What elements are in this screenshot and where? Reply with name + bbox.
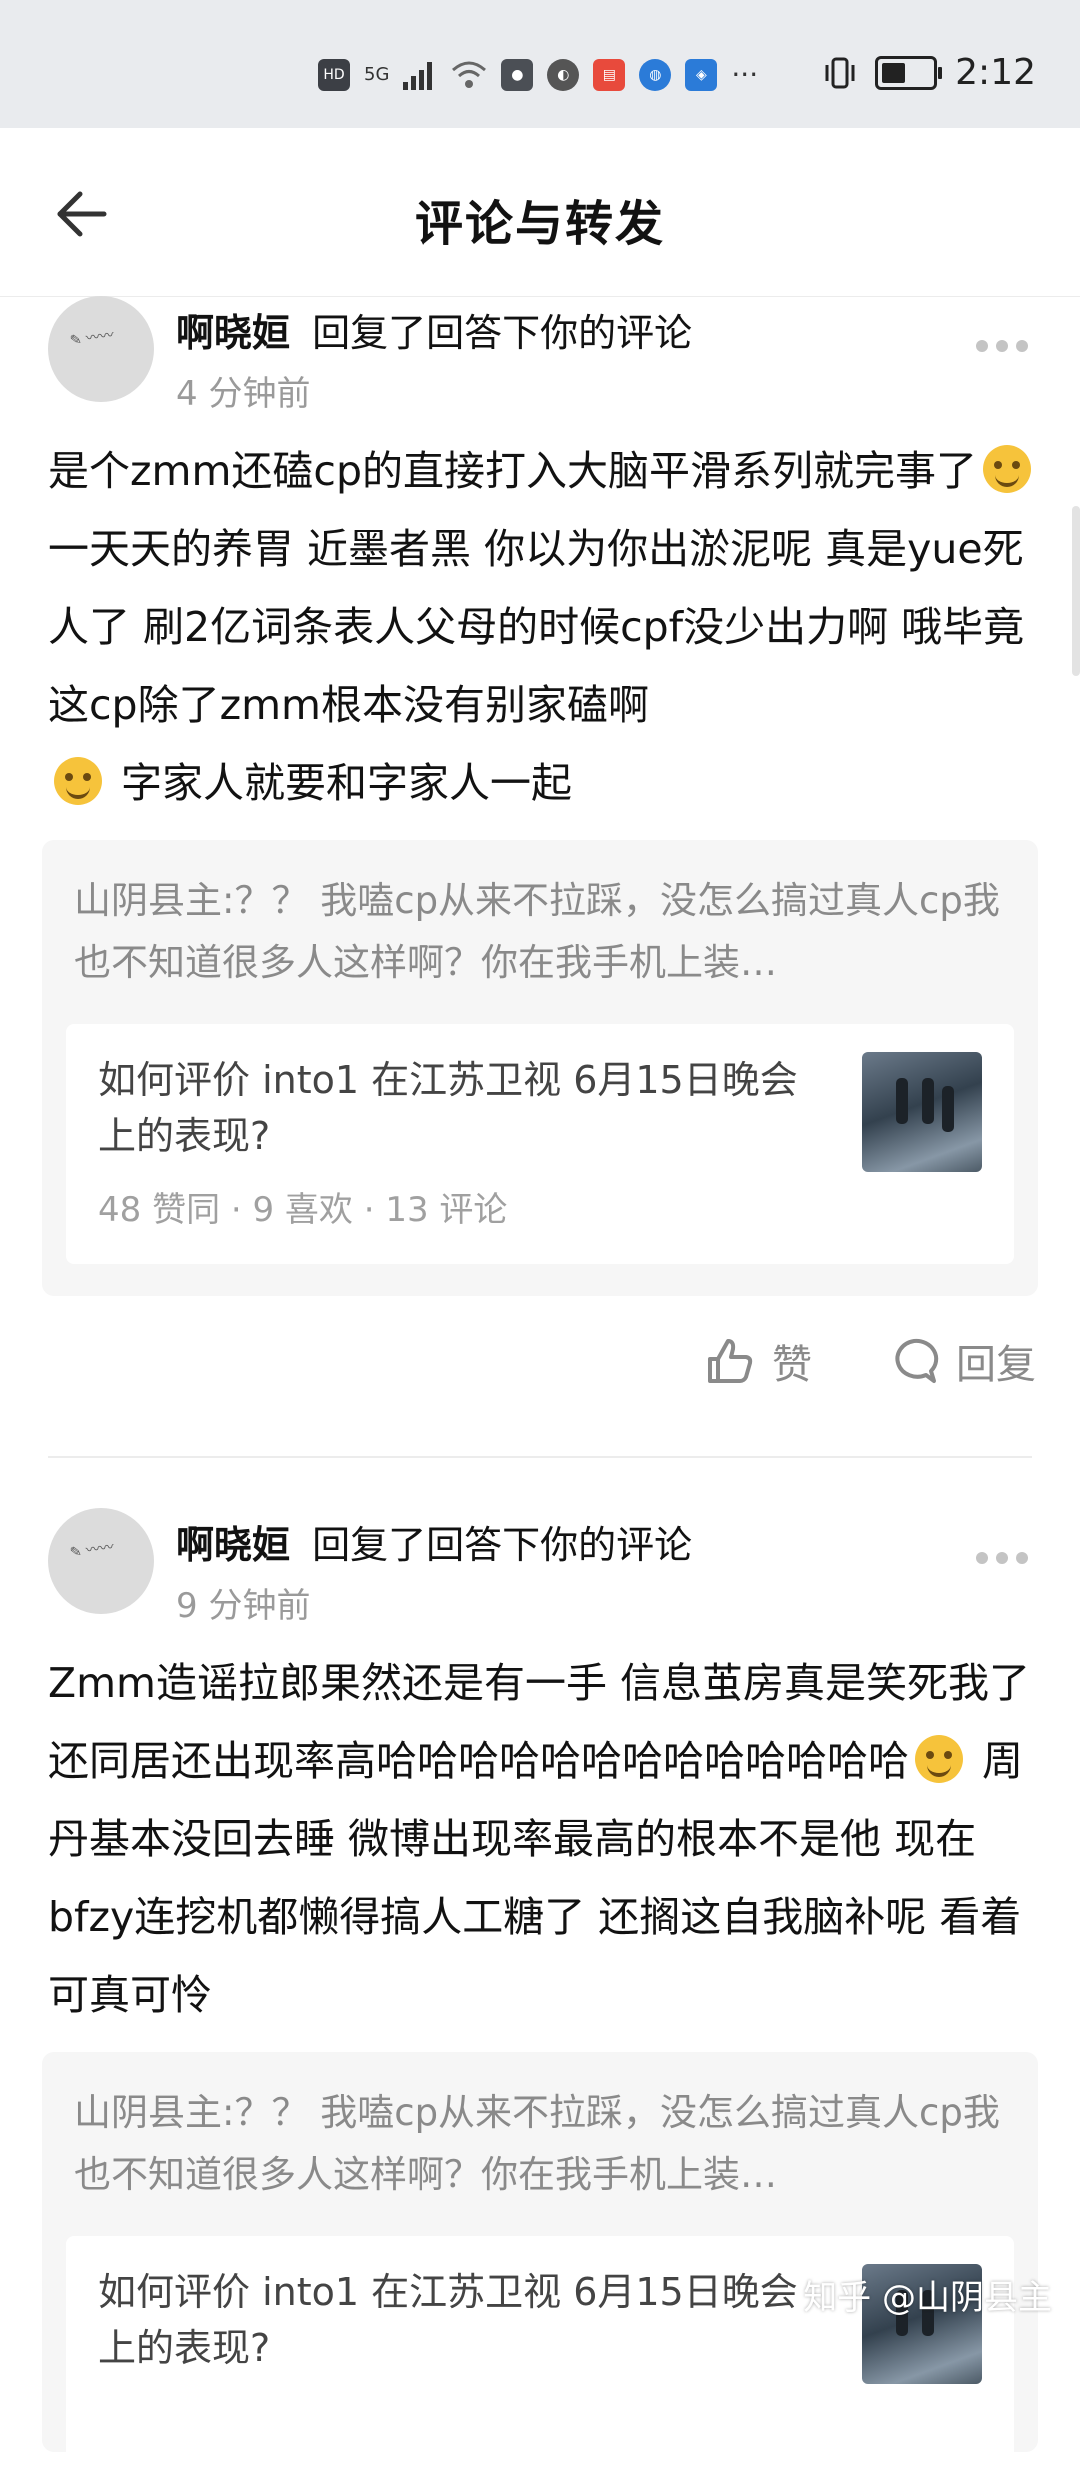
- question-thumbnail: [862, 1052, 982, 1172]
- comment-content: Zmm造谣拉郎果然还是有一手 信息茧房真是笑死我了 还同居还出现率高哈哈哈哈哈哈…: [48, 1644, 1038, 2034]
- comment-content: 是个zmm还磕cp的直接打入大脑平滑系列就完事了 一天天的养胃 近墨者黑 你以为…: [48, 432, 1038, 822]
- reply-action-text: 回复了回答下你的评论: [312, 1523, 693, 1567]
- content-part: Zmm造谣拉郎果然还是有一手 信息茧房真是笑死我了 还同居还出现率高哈哈哈哈哈哈…: [48, 1659, 1030, 1785]
- hd-icon: HD: [318, 58, 350, 91]
- more-notifications-icon: ···: [731, 58, 759, 91]
- sweat-smile-emoji-icon: [982, 445, 1031, 493]
- rofl-emoji-icon: [54, 757, 102, 805]
- network-label: HD: [323, 66, 345, 83]
- vibrate-icon: [825, 57, 855, 88]
- thumbs-up-icon: [708, 1339, 753, 1383]
- clock: 2:12: [955, 52, 1036, 93]
- header-bar: 评论与转发: [0, 128, 1080, 297]
- quote-text: 山阴县主:？？ 我嗑cp从来不拉踩，没怎么搞过真人cp我也不知道很多人这样啊？你…: [74, 2091, 1000, 2196]
- status-bar: HD 5G ● ◐ ▤ ◍ ◈ ··· 2:12: [0, 0, 1080, 128]
- question-title: 如何评价 into1 在江苏卫视 6月15日晚会上的表现?: [98, 1058, 798, 1158]
- content-part: 一天天的养胃 近墨者黑 你以为你出淤泥呢 真是yue死人了 刷2亿词条表人父母的…: [48, 525, 1025, 729]
- reply-button[interactable]: 回复: [888, 1332, 1036, 1390]
- timestamp: 4 分钟前: [176, 374, 311, 414]
- wifi-icon: [452, 61, 487, 88]
- quoted-comment[interactable]: 山阴县主:？？ 我嗑cp从来不拉踩，没怎么搞过真人cp我也不知道很多人这样啊？你…: [42, 840, 1038, 1296]
- news-app-icon: ▤: [593, 58, 626, 91]
- question-stats: 48 赞同 · 9 喜欢 · 13 评论: [98, 1190, 508, 1230]
- quoted-comment[interactable]: 山阴县主:？？ 我嗑cp从来不拉踩，没怎么搞过真人cp我也不知道很多人这样啊？你…: [42, 2052, 1038, 2476]
- speech-bubble-icon: [895, 1338, 939, 1383]
- signal-bars-icon: [403, 61, 433, 90]
- comment-header: 啊晓姮 回复了回答下你的评论: [176, 1514, 692, 1569]
- reply-label: 回复: [956, 1342, 1036, 1388]
- more-options-icon[interactable]: [976, 340, 1032, 356]
- question-title: 如何评价 into1 在江苏卫视 6月15日晚会上的表现?: [98, 2270, 798, 2370]
- avatar[interactable]: ✎ 〰〰: [48, 296, 154, 402]
- browser-icon: ◍: [639, 58, 672, 91]
- content-part: 是个zmm还磕cp的直接打入大脑平滑系列就完事了: [48, 447, 977, 495]
- status-right: 2:12: [823, 52, 1036, 93]
- reply-action-text: 回复了回答下你的评论: [312, 311, 693, 355]
- bilibili-icon: ◈: [685, 58, 718, 91]
- content-part: 字家人就要和字家人一起: [108, 759, 573, 807]
- like-label: 赞: [772, 1342, 812, 1388]
- timestamp: 9 分钟前: [176, 1586, 311, 1626]
- avatar[interactable]: ✎ 〰〰: [48, 1508, 154, 1614]
- signal-label: 5G: [364, 64, 390, 85]
- more-options-icon[interactable]: [976, 1552, 1032, 1568]
- like-button[interactable]: 赞: [704, 1332, 812, 1390]
- scrollbar[interactable]: [1072, 506, 1080, 676]
- divider: [48, 1456, 1032, 1458]
- app-icon: ◐: [547, 58, 580, 91]
- page-title: 评论与转发: [414, 196, 665, 252]
- comment-actions: 赞 回复: [704, 1332, 1036, 1390]
- comment-header: 啊晓姮 回复了回答下你的评论: [176, 302, 692, 357]
- username[interactable]: 啊晓姮: [176, 311, 290, 355]
- username[interactable]: 啊晓姮: [176, 1523, 290, 1567]
- question-card[interactable]: 如何评价 into1 在江苏卫视 6月15日晚会上的表现? 48 赞同 · 9 …: [66, 1024, 1014, 1264]
- quote-text: 山阴县主:？？ 我嗑cp从来不拉踩，没怎么搞过真人cp我也不知道很多人这样啊？你…: [74, 879, 1000, 984]
- watermark: 知乎 @山阴县主: [803, 2278, 1052, 2318]
- rofl-emoji-icon: [915, 1735, 963, 1783]
- status-icons: HD 5G ● ◐ ▤ ◍ ◈ ···: [318, 58, 758, 91]
- battery-icon: [875, 55, 943, 90]
- wechat-icon: ●: [501, 58, 534, 91]
